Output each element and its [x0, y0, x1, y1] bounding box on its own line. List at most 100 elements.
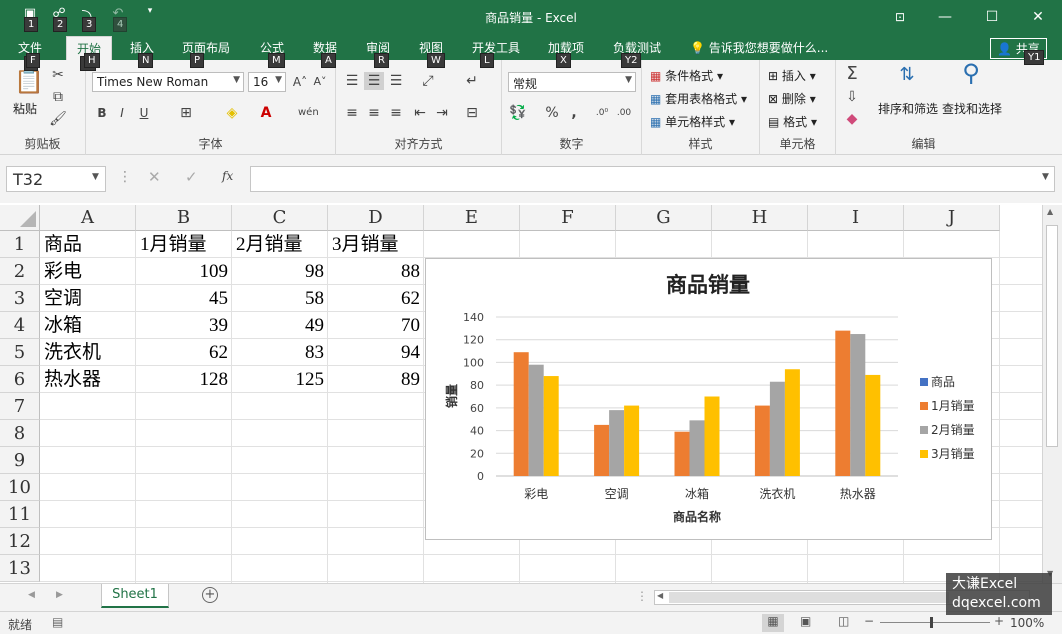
tell-me-search[interactable]: 💡 告诉我您想要做什么...: [690, 39, 828, 56]
row-header-3[interactable]: 3: [0, 285, 40, 312]
paste-icon[interactable]: 📋: [14, 69, 44, 100]
scroll-up-icon[interactable]: ▲: [1047, 207, 1053, 216]
cell-styles-button[interactable]: ▦ 单元格样式 ▾: [650, 113, 735, 130]
phonetic-icon[interactable]: wén: [298, 104, 319, 122]
grow-font-icon[interactable]: A˄: [290, 73, 310, 91]
decrease-decimal-icon[interactable]: .00: [614, 104, 634, 122]
cell-a6[interactable]: 热水器: [40, 366, 136, 393]
align-right-icon[interactable]: ≡: [386, 104, 406, 122]
format-cells-button[interactable]: ▤ 格式 ▾: [768, 113, 817, 130]
cell-a2[interactable]: 彩电: [40, 258, 136, 285]
align-center-icon[interactable]: ≡: [364, 104, 384, 122]
cell-b3[interactable]: 45: [136, 285, 232, 312]
page-layout-icon[interactable]: ▣: [800, 614, 811, 628]
prev-sheet-icon[interactable]: ◀: [28, 590, 35, 600]
bold-icon[interactable]: B: [92, 104, 112, 122]
align-top-icon[interactable]: ☰: [342, 72, 362, 90]
wrap-text-icon[interactable]: ↵: [462, 72, 482, 90]
cell-c2[interactable]: 98: [232, 258, 328, 285]
column-header-f[interactable]: F: [520, 205, 616, 231]
zoom-slider[interactable]: [880, 622, 990, 623]
cell-c3[interactable]: 58: [232, 285, 328, 312]
align-bottom-icon[interactable]: ☰: [386, 72, 406, 90]
page-break-icon[interactable]: ◫: [838, 614, 849, 628]
row-header-7[interactable]: 7: [0, 393, 40, 420]
cell-c1[interactable]: 2月销量: [232, 231, 328, 258]
scroll-thumb[interactable]: [1046, 225, 1058, 447]
row-header-6[interactable]: 6: [0, 366, 40, 393]
format-painter-icon[interactable]: 🖌: [48, 110, 68, 128]
format-as-table-button[interactable]: ▦ 套用表格格式 ▾: [650, 90, 747, 107]
row-header-2[interactable]: 2: [0, 258, 40, 285]
next-sheet-icon[interactable]: ▶: [56, 590, 63, 600]
column-header-j[interactable]: J: [904, 205, 1000, 231]
cell-d5[interactable]: 94: [328, 339, 424, 366]
font-color-icon[interactable]: A: [256, 104, 276, 122]
conditional-format-button[interactable]: ▦ 条件格式 ▾: [650, 67, 723, 84]
minimize-icon[interactable]: —: [933, 6, 957, 28]
zoom-level[interactable]: 100%: [1010, 616, 1044, 630]
row-header-5[interactable]: 5: [0, 339, 40, 366]
sort-filter-button[interactable]: 排序和筛选: [878, 100, 938, 117]
ribbon-display-icon[interactable]: ⊡: [888, 6, 912, 28]
cell-d4[interactable]: 70: [328, 312, 424, 339]
insert-cells-button[interactable]: ⊞ 插入 ▾: [768, 67, 816, 84]
accounting-icon[interactable]: 💱: [508, 104, 528, 122]
maximize-icon[interactable]: ☐: [980, 6, 1004, 28]
font-size-select[interactable]: 16 ▼: [248, 72, 286, 92]
column-header-d[interactable]: D: [328, 205, 424, 231]
enter-icon[interactable]: ✓: [185, 168, 198, 186]
merge-center-icon[interactable]: ⊟: [462, 104, 482, 122]
cell-b6[interactable]: 128: [136, 366, 232, 393]
cell-b5[interactable]: 62: [136, 339, 232, 366]
percent-icon[interactable]: %: [542, 104, 562, 122]
paste-button[interactable]: 粘贴: [13, 100, 37, 117]
font-name-select[interactable]: Times New Roman ▼: [92, 72, 244, 92]
add-sheet-icon[interactable]: +: [202, 587, 218, 603]
border-icon[interactable]: ⊞: [176, 104, 196, 122]
decrease-indent-icon[interactable]: ⇤: [410, 104, 430, 122]
zoom-thumb[interactable]: [930, 617, 933, 628]
cell-b1[interactable]: 1月销量: [136, 231, 232, 258]
cell-c5[interactable]: 83: [232, 339, 328, 366]
align-left-icon[interactable]: ≡: [342, 104, 362, 122]
italic-icon[interactable]: I: [112, 104, 132, 122]
find-select-button[interactable]: 查找和选择: [942, 100, 1002, 117]
column-header-b[interactable]: B: [136, 205, 232, 231]
normal-view-icon[interactable]: ▦: [762, 614, 784, 632]
cell-a3[interactable]: 空调: [40, 285, 136, 312]
fill-icon[interactable]: ⇩: [842, 88, 862, 106]
cut-icon[interactable]: ✂: [48, 66, 68, 84]
copy-icon[interactable]: ⧉: [48, 88, 68, 106]
cell-c6[interactable]: 125: [232, 366, 328, 393]
cancel-icon[interactable]: ✕: [148, 168, 161, 186]
shrink-font-icon[interactable]: A˅: [310, 73, 330, 91]
row-header-8[interactable]: 8: [0, 420, 40, 447]
chevron-down-icon[interactable]: ▼: [92, 172, 99, 182]
chart[interactable]: 商品销量 0 20 40 60 80 100 120 140 彩电 空调 冰箱 洗衣机 热水器 商品名称 销量…: [425, 258, 992, 540]
row-header-12[interactable]: 12: [0, 528, 40, 555]
row-header-10[interactable]: 10: [0, 474, 40, 501]
cell-c4[interactable]: 49: [232, 312, 328, 339]
name-box[interactable]: T32: [6, 166, 106, 192]
autosum-icon[interactable]: Σ: [842, 65, 862, 83]
cell-d3[interactable]: 62: [328, 285, 424, 312]
orientation-icon[interactable]: ⤢: [418, 72, 438, 90]
row-header-4[interactable]: 4: [0, 312, 40, 339]
zoom-out-icon[interactable]: −: [864, 614, 874, 628]
fill-color-icon[interactable]: ◈: [222, 104, 242, 122]
sheet-tab-sheet1[interactable]: Sheet1: [101, 584, 169, 608]
insert-function-icon[interactable]: fx: [222, 169, 233, 183]
column-header-e[interactable]: E: [424, 205, 520, 231]
cell-d6[interactable]: 89: [328, 366, 424, 393]
clear-icon[interactable]: ◆: [842, 110, 862, 128]
formula-input[interactable]: [250, 166, 1055, 192]
row-header-13[interactable]: 13: [0, 555, 40, 582]
row-header-1[interactable]: 1: [0, 231, 40, 258]
delete-cells-button[interactable]: ⊠ 删除 ▾: [768, 90, 816, 107]
column-header-a[interactable]: A: [40, 205, 136, 231]
macro-record-icon[interactable]: ▤: [52, 615, 63, 629]
cell-a1[interactable]: 商品: [40, 231, 136, 258]
cell-a4[interactable]: 冰箱: [40, 312, 136, 339]
comma-icon[interactable]: ,: [564, 104, 584, 122]
